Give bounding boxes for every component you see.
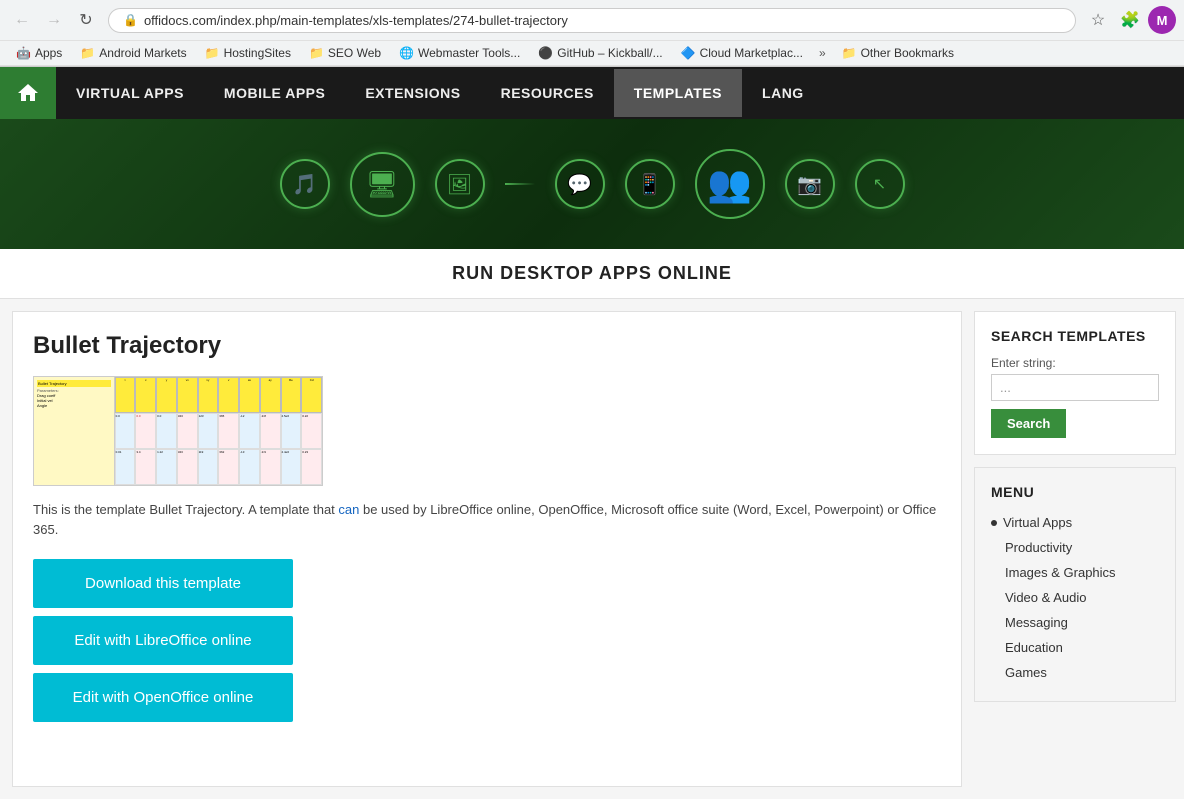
menu-item-education[interactable]: Education (991, 635, 1159, 660)
description-link[interactable]: can (338, 502, 359, 517)
menu-item-productivity[interactable]: Productivity (991, 535, 1159, 560)
address-url: offidocs.com/index.php/main-templates/xl… (144, 13, 568, 28)
hero-connector-line (505, 183, 535, 185)
nav-extensions[interactable]: Extensions (345, 69, 480, 117)
search-button[interactable]: Search (991, 409, 1066, 438)
browser-chrome: ← → ↻ 🔒 offidocs.com/index.php/main-temp… (0, 0, 1184, 67)
folder-bookmark-icon: 📁 (842, 46, 857, 60)
extension-button[interactable]: 🧩 (1116, 6, 1144, 34)
bookmark-github[interactable]: ⚫ GitHub – Kickball/... (530, 43, 670, 63)
menu-item-virtual-apps[interactable]: Virtual Apps (991, 510, 1159, 535)
menu-dot-virtual-apps (991, 520, 997, 526)
lock-icon: 🔒 (123, 13, 138, 27)
menu-label-productivity: Productivity (1005, 540, 1072, 555)
seo-bookmark-icon: 📁 (309, 46, 324, 60)
hero-icon-chat: 💬 (555, 159, 605, 209)
main-layout: Bullet Trajectory Bullet Trajectory Para… (0, 299, 1184, 799)
nav-virtual-apps[interactable]: Virtual Apps (56, 69, 204, 117)
bookmark-hosting-sites-label: HostingSites (224, 46, 291, 60)
webmaster-bookmark-icon: 🌐 (399, 46, 414, 60)
bookmark-cloud[interactable]: 🔷 Cloud Marketplac... (673, 43, 811, 63)
hero-icon-phone: 📱 (625, 159, 675, 209)
home-button[interactable] (0, 67, 56, 119)
bookmark-github-label: GitHub – Kickball/... (557, 46, 662, 60)
browser-actions: ☆ 🧩 M (1084, 6, 1176, 34)
bookmark-webmaster-label: Webmaster Tools... (418, 46, 520, 60)
menu-label-games: Games (1005, 665, 1047, 680)
nav-templates[interactable]: Templates (614, 69, 742, 117)
sidebar: SEARCH TEMPLATES Enter string: Search ME… (974, 299, 1184, 799)
menu-title: MENU (991, 484, 1159, 500)
bookmark-other[interactable]: 📁 Other Bookmarks (834, 43, 962, 63)
edit-libreoffice-button[interactable]: Edit with LibreOffice online (33, 616, 293, 665)
menu-label-virtual-apps: Virtual Apps (1003, 515, 1072, 530)
hero-icon-music: 🎵 (280, 159, 330, 209)
bookmark-webmaster[interactable]: 🌐 Webmaster Tools... (391, 43, 528, 63)
bookmark-apps-label: Apps (35, 46, 62, 60)
bookmark-seo-web[interactable]: 📁 SEO Web (301, 43, 389, 63)
menu-label-video-audio: Video & Audio (1005, 590, 1086, 605)
home-icon (16, 81, 40, 105)
hero-banner: 🎵 🖥 🖼 💬 📱 👥 📷 ↖ (0, 119, 1184, 249)
menu-item-games[interactable]: Games (991, 660, 1159, 685)
article-description: This is the template Bullet Trajectory. … (33, 500, 941, 539)
search-input[interactable] (991, 374, 1159, 401)
bookmark-android-markets-label: Android Markets (99, 46, 186, 60)
hero-icons: 🎵 🖥 🖼 💬 📱 👥 📷 ↖ (280, 149, 905, 219)
hosting-bookmark-icon: 📁 (205, 46, 220, 60)
bookmark-star-button[interactable]: ☆ (1084, 6, 1112, 34)
menu-label-messaging: Messaging (1005, 615, 1068, 630)
bookmark-apps[interactable]: 🤖 Apps (8, 43, 70, 63)
profile-button[interactable]: M (1148, 6, 1176, 34)
menu-label-images-graphics: Images & Graphics (1005, 565, 1116, 580)
bookmarks-more-button[interactable]: » (813, 43, 832, 63)
nav-mobile-apps[interactable]: Mobile Apps (204, 69, 345, 117)
menu-item-messaging[interactable]: Messaging (991, 610, 1159, 635)
nav-buttons: ← → ↻ (8, 6, 100, 34)
search-label: Enter string: (991, 356, 1159, 370)
menu-label-education: Education (1005, 640, 1063, 655)
hero-icon-camera: 📷 (785, 159, 835, 209)
cloud-bookmark-icon: 🔷 (681, 46, 696, 60)
bookmarks-bar: 🤖 Apps 📁 Android Markets 📁 HostingSites … (0, 40, 1184, 66)
refresh-button[interactable]: ↻ (72, 6, 100, 34)
menu-item-video-audio[interactable]: Video & Audio (991, 585, 1159, 610)
hero-icon-image: 🖼 (435, 159, 485, 209)
bookmark-android-markets[interactable]: 📁 Android Markets (72, 43, 194, 63)
page-title: RUN DESKTOP APPS ONLINE (0, 249, 1184, 299)
bookmark-other-label: Other Bookmarks (861, 46, 954, 60)
content-area: Bullet Trajectory Bullet Trajectory Para… (12, 311, 962, 787)
hero-icon-monitor: 🖥 (350, 152, 415, 217)
apps-bookmark-icon: 🤖 (16, 46, 31, 60)
article-title: Bullet Trajectory (33, 332, 941, 360)
menu-section: MENU Virtual Apps Productivity Images & … (974, 467, 1176, 702)
bookmark-seo-label: SEO Web (328, 46, 381, 60)
template-preview: Bullet Trajectory Parameters: Drag coeff… (33, 376, 323, 486)
nav-resources[interactable]: Resources (481, 69, 614, 117)
nav-lang[interactable]: Lang (742, 69, 824, 117)
hero-icon-people: 👥 (695, 149, 765, 219)
bookmark-hosting-sites[interactable]: 📁 HostingSites (197, 43, 299, 63)
hero-icon-cursor: ↖ (855, 159, 905, 209)
menu-item-images-graphics[interactable]: Images & Graphics (991, 560, 1159, 585)
search-templates-section: SEARCH TEMPLATES Enter string: Search (974, 311, 1176, 455)
site-nav: Virtual Apps Mobile Apps Extensions Reso… (0, 67, 1184, 119)
edit-openoffice-button[interactable]: Edit with OpenOffice online (33, 673, 293, 722)
github-bookmark-icon: ⚫ (538, 46, 553, 60)
browser-toolbar: ← → ↻ 🔒 offidocs.com/index.php/main-temp… (0, 0, 1184, 40)
download-button[interactable]: Download this template (33, 559, 293, 608)
bookmark-cloud-label: Cloud Marketplac... (700, 46, 803, 60)
android-bookmark-icon: 📁 (80, 46, 95, 60)
search-templates-title: SEARCH TEMPLATES (991, 328, 1159, 344)
forward-button[interactable]: → (40, 6, 68, 34)
back-button[interactable]: ← (8, 6, 36, 34)
address-bar[interactable]: 🔒 offidocs.com/index.php/main-templates/… (108, 8, 1076, 33)
